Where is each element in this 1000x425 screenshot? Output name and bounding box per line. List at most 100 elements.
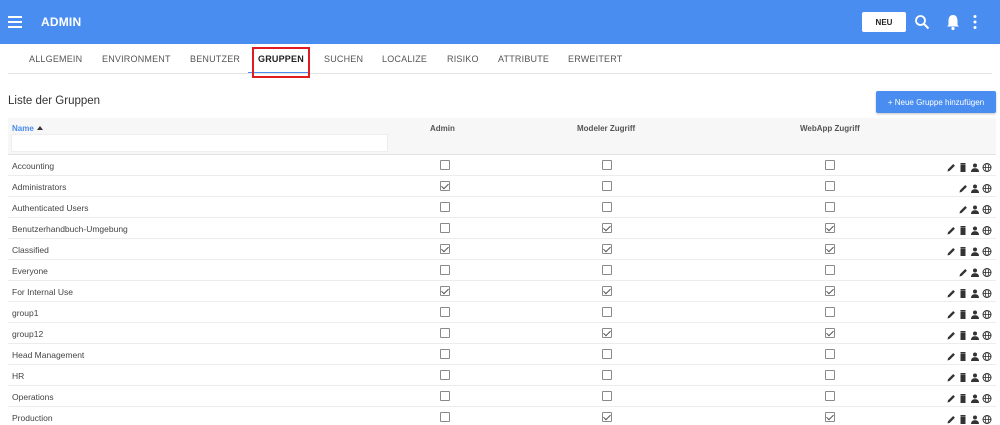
admin-checkbox[interactable] [440,328,450,338]
globe-icon[interactable] [982,202,992,214]
users-icon[interactable] [970,307,980,319]
tab-allgemein[interactable]: ALLGEMEIN [29,54,82,64]
delete-icon[interactable] [958,349,968,361]
delete-icon[interactable] [958,307,968,319]
webapp-access-checkbox[interactable] [825,244,835,254]
webapp-access-checkbox[interactable] [825,307,835,317]
edit-icon[interactable] [946,223,956,235]
delete-icon[interactable] [958,286,968,298]
delete-icon[interactable] [958,160,968,172]
globe-icon[interactable] [982,286,992,298]
globe-icon[interactable] [982,265,992,277]
edit-icon[interactable] [946,370,956,382]
admin-checkbox[interactable] [440,202,450,212]
tab-risiko[interactable]: RISIKO [447,54,479,64]
more-vert-icon[interactable] [972,14,978,30]
tab-erweitert[interactable]: ERWEITERT [568,54,622,64]
bell-icon[interactable] [945,13,961,31]
edit-icon[interactable] [958,265,968,277]
tab-attribute[interactable]: ATTRIBUTE [498,54,549,64]
new-button[interactable]: NEU [862,12,906,32]
webapp-access-checkbox[interactable] [825,286,835,296]
edit-icon[interactable] [946,328,956,340]
hamburger-menu-icon[interactable] [8,16,22,28]
modeler-access-checkbox[interactable] [602,181,612,191]
search-icon[interactable] [914,14,930,30]
edit-icon[interactable] [946,307,956,319]
webapp-access-checkbox[interactable] [825,181,835,191]
admin-checkbox[interactable] [440,160,450,170]
delete-icon[interactable] [958,412,968,424]
globe-icon[interactable] [982,244,992,256]
globe-icon[interactable] [982,412,992,424]
admin-checkbox[interactable] [440,286,450,296]
delete-icon[interactable] [958,244,968,256]
modeler-access-checkbox[interactable] [602,328,612,338]
users-icon[interactable] [970,202,980,214]
edit-icon[interactable] [958,202,968,214]
modeler-access-checkbox[interactable] [602,265,612,275]
admin-checkbox[interactable] [440,307,450,317]
delete-icon[interactable] [958,328,968,340]
tab-benutzer[interactable]: BENUTZER [190,54,240,64]
webapp-access-checkbox[interactable] [825,412,835,422]
webapp-access-checkbox[interactable] [825,370,835,380]
edit-icon[interactable] [946,244,956,256]
modeler-access-checkbox[interactable] [602,223,612,233]
webapp-access-checkbox[interactable] [825,391,835,401]
modeler-access-checkbox[interactable] [602,307,612,317]
admin-checkbox[interactable] [440,181,450,191]
modeler-access-checkbox[interactable] [602,244,612,254]
modeler-access-checkbox[interactable] [602,202,612,212]
users-icon[interactable] [970,265,980,277]
globe-icon[interactable] [982,223,992,235]
users-icon[interactable] [970,244,980,256]
globe-icon[interactable] [982,181,992,193]
modeler-access-checkbox[interactable] [602,160,612,170]
modeler-access-checkbox[interactable] [602,370,612,380]
edit-icon[interactable] [946,391,956,403]
edit-icon[interactable] [946,286,956,298]
modeler-access-checkbox[interactable] [602,412,612,422]
edit-icon[interactable] [946,412,956,424]
users-icon[interactable] [970,328,980,340]
name-filter-input[interactable] [11,134,388,152]
admin-checkbox[interactable] [440,244,450,254]
globe-icon[interactable] [982,370,992,382]
tab-gruppen[interactable]: GRUPPEN [258,54,304,64]
modeler-access-checkbox[interactable] [602,391,612,401]
tab-environment[interactable]: ENVIRONMENT [102,54,171,64]
column-header-name[interactable]: Name [12,124,43,133]
delete-icon[interactable] [958,223,968,235]
users-icon[interactable] [970,160,980,172]
admin-checkbox[interactable] [440,265,450,275]
admin-checkbox[interactable] [440,349,450,359]
globe-icon[interactable] [982,391,992,403]
globe-icon[interactable] [982,328,992,340]
globe-icon[interactable] [982,307,992,319]
users-icon[interactable] [970,370,980,382]
add-group-button[interactable]: + Neue Gruppe hinzufügen [876,91,996,113]
users-icon[interactable] [970,391,980,403]
users-icon[interactable] [970,412,980,424]
users-icon[interactable] [970,286,980,298]
modeler-access-checkbox[interactable] [602,349,612,359]
tab-suchen[interactable]: SUCHEN [324,54,363,64]
tab-localize[interactable]: LOCALIZE [382,54,427,64]
webapp-access-checkbox[interactable] [825,160,835,170]
users-icon[interactable] [970,223,980,235]
webapp-access-checkbox[interactable] [825,265,835,275]
admin-checkbox[interactable] [440,412,450,422]
edit-icon[interactable] [958,181,968,193]
modeler-access-checkbox[interactable] [602,286,612,296]
edit-icon[interactable] [946,349,956,361]
delete-icon[interactable] [958,370,968,382]
webapp-access-checkbox[interactable] [825,328,835,338]
edit-icon[interactable] [946,160,956,172]
globe-icon[interactable] [982,349,992,361]
admin-checkbox[interactable] [440,223,450,233]
delete-icon[interactable] [958,391,968,403]
users-icon[interactable] [970,349,980,361]
admin-checkbox[interactable] [440,391,450,401]
users-icon[interactable] [970,181,980,193]
